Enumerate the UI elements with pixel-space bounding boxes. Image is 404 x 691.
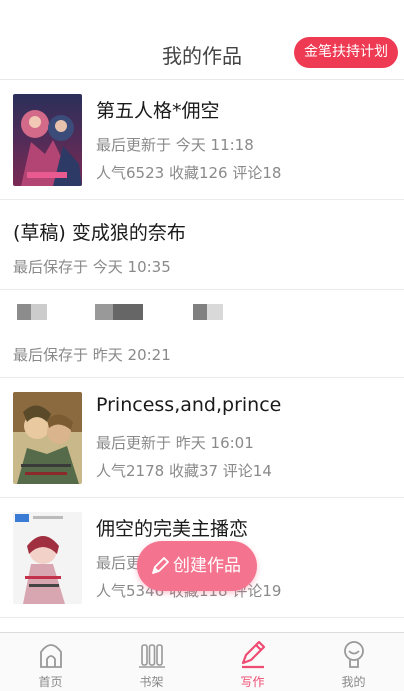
work-title: 第五人格*佣空 (96, 100, 220, 122)
last-saved-text: 最后保存于 昨天 20:21 (13, 346, 171, 364)
tab-writing[interactable]: 写作 (202, 633, 303, 691)
last-updated-text: 最后更 (96, 554, 142, 572)
work-item[interactable]: 第五人格*佣空 最后更新于 今天 11:18 人气6523 收藏126 评论18 (0, 80, 404, 200)
home-icon (39, 644, 62, 668)
tab-bookshelf[interactable]: 书架 (101, 633, 202, 691)
work-stats-text: 人气2178 收藏37 评论14 (96, 462, 272, 480)
bookshelf-icon (138, 644, 165, 668)
work-item[interactable]: Princess,and,prince 最后更新于 昨天 16:01 人气217… (0, 378, 404, 498)
last-updated-text: 最后更新于 昨天 16:01 (96, 434, 254, 452)
work-stats-text: 人气6523 收藏126 评论18 (96, 164, 282, 182)
last-saved-text: 最后保存于 今天 10:35 (13, 258, 171, 276)
pencil-icon (152, 557, 169, 574)
work-title: Princess,and,prince (96, 394, 282, 416)
pen-icon (241, 640, 265, 669)
book-cover-image (13, 94, 82, 186)
tab-label: 我的 (341, 675, 366, 689)
create-work-label: 创建作品 (173, 556, 241, 576)
book-cover-image (13, 512, 82, 604)
book-cover-image (13, 392, 82, 484)
draft-item[interactable]: (草稿) 变成狼的奈布 最后保存于 今天 10:35 (0, 200, 404, 290)
draft-title: (草稿) 变成狼的奈布 (13, 222, 186, 244)
draft-item[interactable]: 最后保存于 昨天 20:21 (0, 290, 404, 378)
tab-label: 首页 (38, 675, 63, 689)
create-work-button[interactable]: 创建作品 (137, 541, 257, 591)
work-title: 佣空的完美主播恋 (96, 518, 249, 540)
bottom-tab-bar: 首页 书架 写作 我的 (0, 632, 404, 691)
tab-label: 写作 (240, 675, 265, 689)
tab-label: 书架 (139, 675, 164, 689)
tab-home[interactable]: 首页 (0, 633, 101, 691)
last-updated-text: 最后更新于 今天 11:18 (96, 136, 254, 154)
tab-profile[interactable]: 我的 (303, 633, 404, 691)
golden-pen-program-button[interactable]: 金笔扶持计划 (294, 37, 398, 68)
top-header: 我的作品 金笔扶持计划 (0, 0, 404, 80)
profile-icon (343, 641, 364, 668)
obscured-title (13, 304, 273, 322)
